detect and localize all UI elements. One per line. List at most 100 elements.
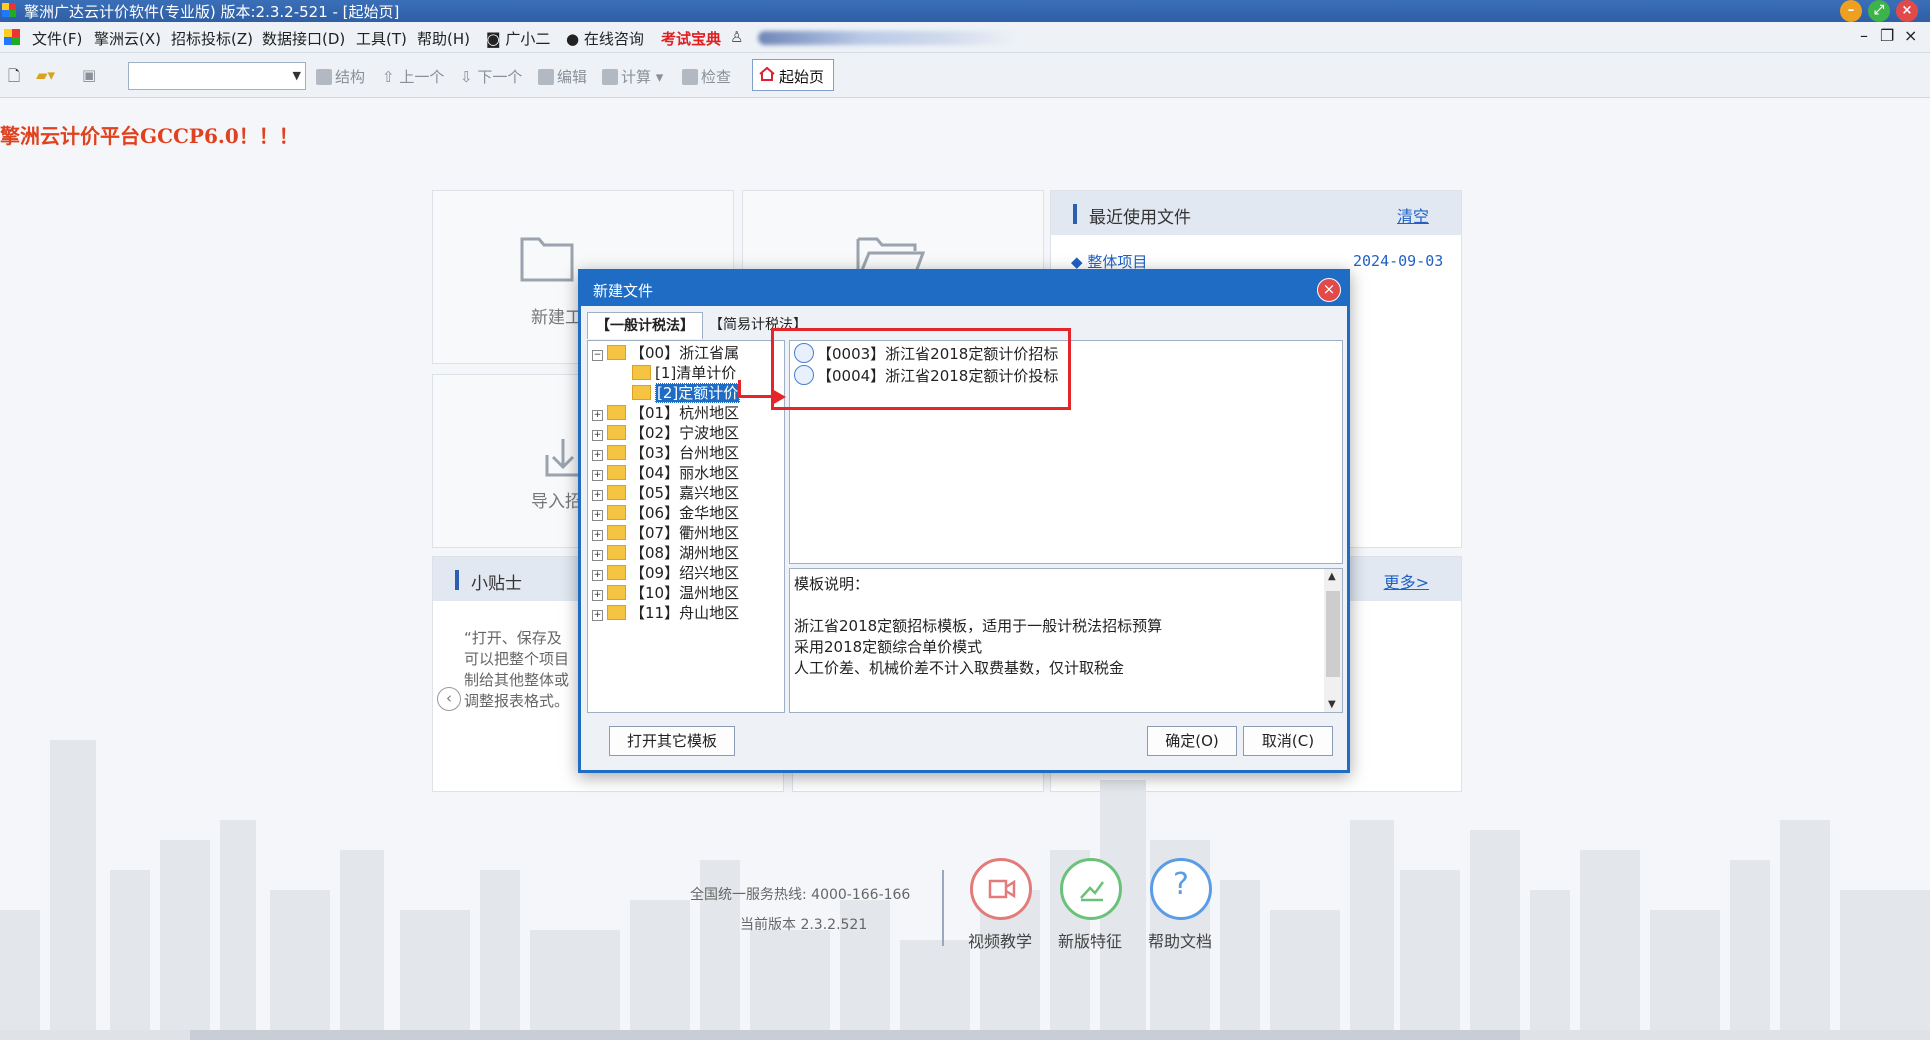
- calc-label: 计算: [621, 68, 652, 86]
- arrow-down-icon: ⇩: [460, 68, 473, 86]
- tree-node-label: 【07】衢州地区: [630, 524, 740, 542]
- mdi-restore-icon[interactable]: ❐: [1880, 26, 1894, 45]
- home-tab-button[interactable]: 起始页: [752, 59, 834, 91]
- tab-general-tax[interactable]: 【一般计税法】: [587, 312, 703, 339]
- desc-line: 人工价差、机械价差不计入取费基数，仅计取税金: [794, 659, 1125, 677]
- home-icon: [759, 66, 775, 81]
- next-button[interactable]: ⇩ 下一个: [460, 66, 522, 87]
- structure-icon: [316, 69, 332, 85]
- help-docs-button[interactable]: ?: [1150, 858, 1212, 920]
- expand-icon[interactable]: +: [592, 530, 603, 541]
- open-folder-icon[interactable]: ▰▾: [36, 66, 55, 84]
- folder-icon: [607, 345, 626, 360]
- qq-penguin-icon: ●: [566, 30, 580, 48]
- new-features-button[interactable]: [1060, 858, 1122, 920]
- tree-node-label: [1]清单计价: [655, 364, 737, 382]
- folder-icon: [632, 385, 651, 400]
- check-button[interactable]: 检查: [682, 66, 731, 87]
- online-consult-label: 在线咨询: [583, 30, 644, 48]
- expand-icon[interactable]: +: [592, 550, 603, 561]
- expand-icon[interactable]: +: [592, 410, 603, 421]
- more-link[interactable]: 更多>: [1384, 569, 1429, 593]
- tree-node[interactable]: [1]清单计价: [632, 363, 736, 383]
- tree-node-label: 【02】宁波地区: [630, 424, 740, 442]
- expand-icon[interactable]: +: [592, 570, 603, 581]
- recent-files-header: 最近使用文件 清空: [1051, 191, 1461, 235]
- mdi-minimize-icon[interactable]: –: [1860, 26, 1868, 45]
- expand-icon[interactable]: +: [592, 470, 603, 481]
- prev-label: 上一个: [399, 68, 445, 86]
- tree-node[interactable]: + 【09】绍兴地区: [592, 563, 739, 583]
- folder-icon: [520, 237, 574, 282]
- folder-icon: [607, 605, 626, 620]
- edit-button[interactable]: 编辑: [538, 66, 587, 87]
- expand-icon[interactable]: +: [592, 510, 603, 521]
- tree-node-selected[interactable]: [2]定额计价: [632, 383, 741, 403]
- menu-qingzhou-cloud[interactable]: 擎洲云(X): [94, 28, 161, 49]
- menu-bar: 文件(F) 擎洲云(X) 招标投标(Z) 数据接口(D) 工具(T) 帮助(H)…: [0, 22, 1930, 53]
- tree-node[interactable]: + 【04】丽水地区: [592, 463, 739, 483]
- folder-icon: [607, 425, 626, 440]
- expand-icon[interactable]: +: [592, 610, 603, 621]
- status-bar: [0, 1030, 1930, 1040]
- expand-icon[interactable]: +: [592, 490, 603, 501]
- tree-node[interactable]: + 【10】温州地区: [592, 583, 739, 603]
- tree-node[interactable]: + 【11】舟山地区: [592, 603, 739, 623]
- tips-accent-bar: [455, 570, 459, 590]
- scroll-up-icon[interactable]: ▲: [1328, 571, 1336, 582]
- guangxiaoer-label: 广小二: [505, 30, 551, 48]
- menu-file[interactable]: 文件(F): [32, 28, 82, 49]
- minimize-icon[interactable]: –: [1840, 0, 1862, 22]
- menu-exam[interactable]: 考试宝典: [661, 28, 721, 49]
- collapse-icon[interactable]: −: [592, 350, 603, 361]
- version-text: 当前版本 2.3.2.521: [740, 917, 868, 933]
- expand-icon[interactable]: +: [592, 450, 603, 461]
- tree-node[interactable]: + 【06】金华地区: [592, 503, 739, 523]
- menu-help[interactable]: 帮助(H): [417, 28, 470, 49]
- user-icon[interactable]: ♙: [730, 28, 743, 46]
- menu-tools[interactable]: 工具(T): [356, 28, 407, 49]
- menu-data-interface[interactable]: 数据接口(D): [262, 28, 345, 49]
- expand-icon[interactable]: +: [592, 590, 603, 601]
- scroll-thumb[interactable]: [1326, 591, 1340, 677]
- desc-scrollbar[interactable]: ▲ ▼: [1324, 569, 1342, 712]
- tree-node[interactable]: + 【03】台州地区: [592, 443, 739, 463]
- tree-node[interactable]: + 【07】衢州地区: [592, 523, 739, 543]
- tree-node[interactable]: − 【00】浙江省属: [592, 343, 739, 363]
- save-icon[interactable]: ▣: [82, 66, 96, 84]
- scroll-down-icon[interactable]: ▼: [1328, 699, 1336, 710]
- app-icon: [2, 3, 16, 17]
- window-titlebar: 擎洲广达云计价软件(专业版) 版本:2.3.2-521 - [起始页] – ⤢ …: [0, 0, 1930, 22]
- clear-link[interactable]: 清空: [1397, 203, 1429, 227]
- dialog-close-icon[interactable]: ×: [1317, 278, 1341, 302]
- expand-icon[interactable]: +: [592, 430, 603, 441]
- maximize-icon[interactable]: ⤢: [1868, 0, 1890, 22]
- tree-node-label: 【04】丽水地区: [630, 464, 740, 482]
- menu-bidding[interactable]: 招标投标(Z): [171, 28, 253, 49]
- close-icon[interactable]: ×: [1896, 0, 1918, 22]
- tree-node[interactable]: + 【05】嘉兴地区: [592, 483, 739, 503]
- tree-node[interactable]: + 【02】宁波地区: [592, 423, 739, 443]
- menu-guangxiaoer[interactable]: ◙ 广小二: [486, 28, 550, 49]
- video-tutorial-button[interactable]: [970, 858, 1032, 920]
- tree-node[interactable]: + 【01】杭州地区: [592, 403, 739, 423]
- annotation-arrow-icon: [772, 389, 786, 405]
- structure-label: 结构: [335, 68, 366, 86]
- project-combo[interactable]: ▼: [128, 62, 306, 90]
- new-project-label: 新建工: [531, 308, 582, 328]
- open-other-template-button[interactable]: 打开其它模板: [609, 726, 735, 756]
- tree-node[interactable]: + 【08】湖州地区: [592, 543, 739, 563]
- calc-button[interactable]: 计算 ▾: [602, 66, 663, 87]
- home-label: 起始页: [779, 68, 825, 86]
- structure-button[interactable]: 结构: [316, 66, 365, 87]
- prev-button[interactable]: ⇧ 上一个: [382, 66, 444, 87]
- cancel-button[interactable]: 取消(C): [1243, 726, 1333, 756]
- mdi-close-icon[interactable]: ×: [1904, 26, 1917, 45]
- tree-node-label: 【05】嘉兴地区: [630, 484, 740, 502]
- folder-icon: [607, 525, 626, 540]
- edit-icon: [538, 69, 554, 85]
- ok-button[interactable]: 确定(O): [1147, 726, 1237, 756]
- recent-file-date: 2024-09-03: [1353, 252, 1444, 270]
- new-file-icon[interactable]: 🗋: [8, 66, 20, 91]
- menu-online-consult[interactable]: ● 在线咨询: [566, 28, 644, 49]
